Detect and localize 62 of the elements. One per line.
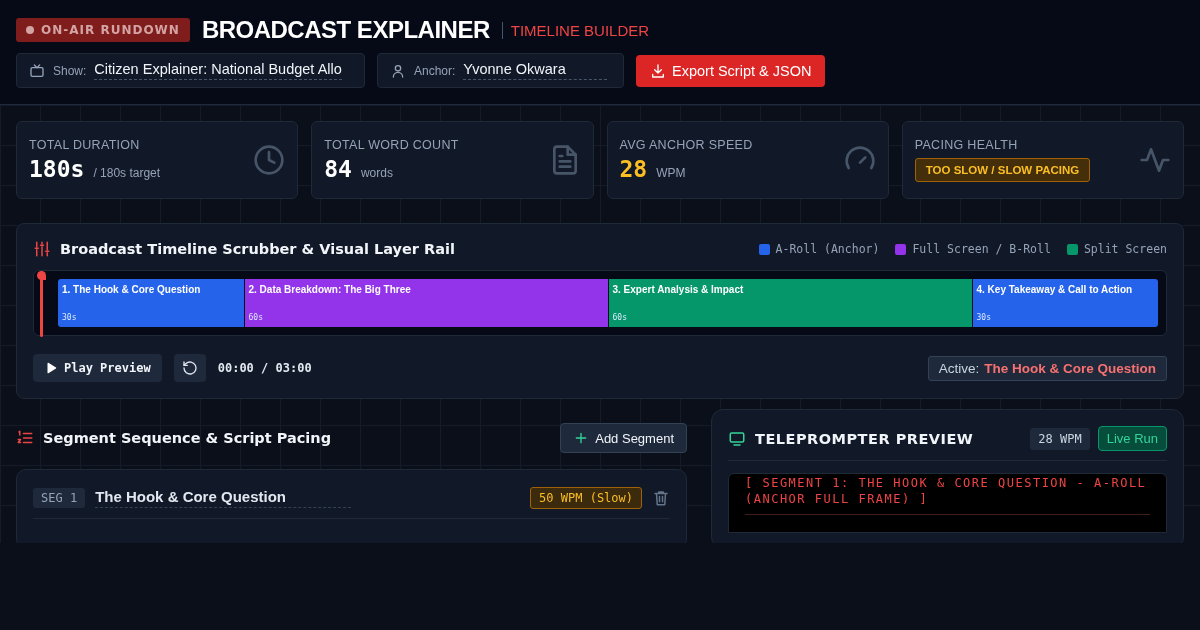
- field-label: Anchor:: [414, 63, 456, 78]
- wpm-badge: 28 WPM: [1030, 427, 1090, 450]
- pacing-badge: TOO SLOW / SLOW PACING: [914, 158, 1091, 182]
- segment-title: 3. Expert Analysis & Impact: [612, 284, 745, 295]
- active-label: Active:: [938, 360, 980, 376]
- timeline-segment[interactable]: 2. Data Breakdown: The Big Three 60s: [244, 279, 609, 327]
- segment-duration: 30s: [62, 313, 78, 322]
- segment-duration: 60s: [248, 313, 264, 322]
- stat-value: 28: [619, 156, 648, 182]
- stat-value: 180s: [29, 156, 85, 182]
- timeline-segment[interactable]: 1. The Hook & Core Question 30s: [58, 279, 245, 327]
- timeline-segment[interactable]: 3. Expert Analysis & Impact 60s: [608, 279, 973, 327]
- stat-unit: words: [360, 166, 393, 180]
- section-title: Segment Sequence & Script Pacing: [43, 430, 332, 446]
- pace-badge: 50 WPM (Slow): [530, 487, 642, 509]
- app-subtitle: TIMELINE BUILDER: [501, 21, 650, 39]
- clock-icon: [253, 144, 286, 176]
- segment-tag: SEG 1: [33, 488, 86, 508]
- export-button[interactable]: Export Script & JSON: [636, 54, 826, 87]
- live-run-button[interactable]: Live Run: [1097, 426, 1167, 451]
- field-value: Yvonne Okwara: [463, 61, 608, 80]
- play-icon: [44, 361, 58, 375]
- app-title: BROADCAST EXPLAINER: [201, 16, 490, 44]
- legend-label: A-Roll (Anchor): [775, 242, 880, 256]
- segment-title: 4. Key Takeaway & Call to Action: [976, 284, 1134, 295]
- show-field[interactable]: Show: Citizen Explainer: National Budget Allo: [16, 53, 365, 88]
- playhead-handle[interactable]: [40, 271, 43, 337]
- field-label: Show:: [53, 63, 87, 78]
- reset-button[interactable]: [173, 354, 206, 382]
- segment-duration: 30s: [976, 313, 992, 322]
- play-preview-button[interactable]: Play Preview: [33, 354, 162, 382]
- segment-duration: 60s: [612, 313, 628, 322]
- active-value: The Hook & Core Question: [984, 360, 1156, 376]
- segment-title: 1. The Hook & Core Question: [62, 284, 202, 295]
- stat-value: 84: [324, 156, 352, 182]
- stat-unit: WPM: [656, 166, 686, 180]
- download-icon: [650, 62, 666, 79]
- panel-title: Broadcast Timeline Scrubber & Visual Layer Rail: [60, 241, 455, 257]
- field-value: Citizen Explainer: National Budget Allo: [94, 61, 342, 80]
- tv-icon: [29, 62, 45, 79]
- stat-label: TOTAL DURATION: [29, 138, 141, 152]
- timeline-segment[interactable]: 4. Key Takeaway & Call to Action 30s: [972, 279, 1158, 327]
- trash-icon: [652, 489, 670, 507]
- segment-title: 2. Data Breakdown: The Big Three: [248, 284, 412, 295]
- stat-label: PACING HEALTH: [914, 138, 1019, 152]
- badge-label: ON-AIR RUNDOWN: [41, 23, 180, 37]
- legend-label: Full Screen / B-Roll: [912, 242, 1051, 256]
- anchor-field[interactable]: Anchor: Yvonne Okwara: [377, 53, 624, 88]
- stat-label: AVG ANCHOR SPEED: [619, 138, 753, 152]
- segment-cue: [ SEGMENT 1: THE HOOK & CORE QUESTION - A-ROLL (ANCHOR FULL FRAME) ]: [745, 474, 1150, 515]
- legend-label: Split Screen: [1083, 242, 1167, 256]
- reset-icon: [181, 360, 198, 376]
- add-segment-button[interactable]: Add Segment: [560, 423, 687, 453]
- person-icon: [390, 62, 406, 79]
- segment-title-field[interactable]: The Hook & Core Question: [95, 488, 352, 508]
- stat-label: TOTAL WORD COUNT: [324, 138, 459, 152]
- sliders-icon: [33, 240, 51, 258]
- status-dot-icon: [26, 26, 34, 34]
- panel-title: TELEPROMPTER PREVIEW: [755, 430, 974, 447]
- monitor-icon: [728, 429, 746, 448]
- stat-unit: / 180s target: [93, 166, 161, 180]
- time-readout: 00:00 / 03:00: [217, 361, 312, 375]
